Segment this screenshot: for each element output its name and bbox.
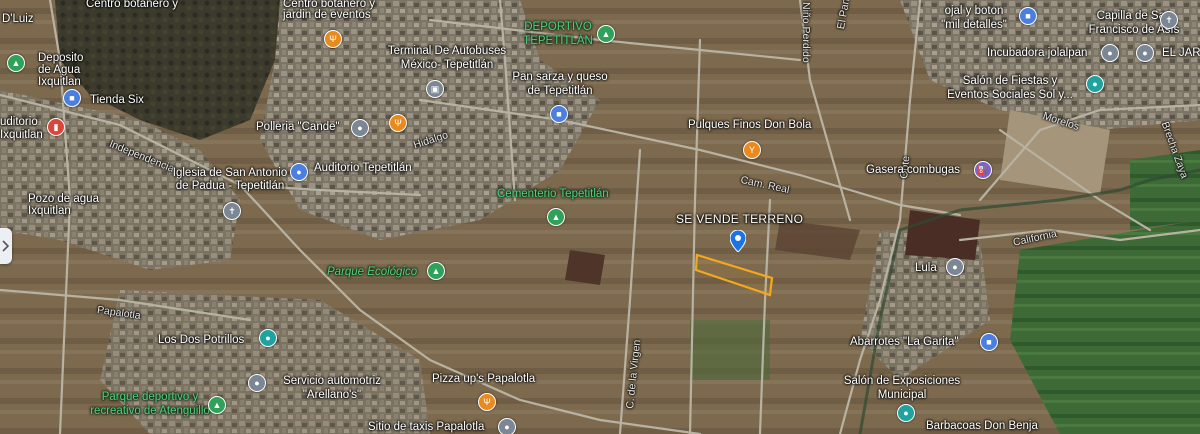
map-label-los-dos-potrillos[interactable]: Los Dos Potrillos: [158, 334, 244, 347]
tree-icon[interactable]: ▲: [208, 396, 226, 414]
map-label-pozo[interactable]: Pozo de agua Ixquitlan: [28, 193, 99, 217]
place-icon[interactable]: ●: [897, 404, 915, 422]
tree-icon[interactable]: ▲: [597, 25, 615, 43]
drink-icon[interactable]: Y: [743, 141, 761, 159]
map-label-cementerio[interactable]: Cementerio Tepetitlán: [497, 188, 609, 201]
road-label-nino-perdido: Niño Perdido: [800, 2, 812, 63]
map-label-barbacoas[interactable]: Barbacoas Don Benja: [926, 420, 1038, 433]
map-label-deposito-agua[interactable]: Deposito de Agua Ixquitlan: [38, 52, 83, 88]
map-label-salon-fiestas[interactable]: Salón de Fiestas y Eventos Sociales Sol …: [947, 74, 1073, 102]
map-label-auditorio-tepe[interactable]: Auditorio Tepetitlán: [314, 162, 412, 175]
map-label-iglesia[interactable]: Iglesia de San Antonio de Padua - Tepeti…: [173, 167, 287, 193]
map-label-parque-deportivo[interactable]: Parque deportivo y recreativo de Atengui…: [90, 390, 210, 418]
place-icon[interactable]: ●: [498, 418, 516, 434]
map-label-ojal[interactable]: ojal y boton "mil detalles": [941, 4, 1007, 32]
satellite-map[interactable]: Centro botanero y Centro botanero y jard…: [0, 0, 1200, 434]
place-icon[interactable]: ●: [1086, 75, 1104, 93]
map-label-sitio-taxis[interactable]: Sitio de taxis Papalotla: [368, 421, 484, 434]
shopping-bag-icon[interactable]: ■: [550, 105, 568, 123]
map-label-pizza[interactable]: Pizza up's Papalotla: [432, 373, 535, 386]
church-icon[interactable]: ✝: [1160, 11, 1178, 29]
fork-knife-icon[interactable]: Ψ: [324, 30, 342, 48]
shopping-bag-icon[interactable]: ■: [1019, 7, 1037, 25]
gas-icon[interactable]: ⛽: [974, 161, 992, 179]
map-label-abarrotes[interactable]: Abarrotes "La Garita": [850, 336, 959, 349]
map-label-salon-expo[interactable]: Salón de Exposiciones Municipal: [844, 374, 960, 402]
shopping-bag-icon[interactable]: ■: [980, 333, 998, 351]
place-icon[interactable]: ●: [290, 163, 308, 181]
map-label-terminal[interactable]: Terminal De Autobuses México- Tepetitlán: [388, 44, 506, 72]
map-label-polleria[interactable]: Polleria "Cande": [256, 121, 340, 134]
map-label-se-vende[interactable]: SE VENDE TERRENO: [676, 213, 803, 226]
map-label-auditorio[interactable]: uditorio Ixquitlan: [0, 116, 43, 142]
building-icon[interactable]: ▮: [47, 118, 65, 136]
map-label-deportivo[interactable]: DEPORTIVO TEPETITLÁN: [523, 20, 593, 48]
bus-icon[interactable]: ▣: [426, 80, 444, 98]
map-label-incubadora[interactable]: Incubadora jolalpan: [987, 47, 1087, 60]
map-label-gasera[interactable]: Gasera combugas: [866, 164, 960, 177]
place-icon[interactable]: ●: [351, 119, 369, 137]
side-panel-toggle[interactable]: [0, 228, 12, 264]
tree-icon[interactable]: ▲: [547, 208, 565, 226]
map-label-lula[interactable]: Lula: [915, 262, 937, 275]
place-icon[interactable]: ●: [946, 258, 964, 276]
tree-icon[interactable]: ▲: [7, 54, 25, 72]
satellite-imagery: [0, 0, 1200, 434]
church-icon[interactable]: ✝: [223, 202, 241, 220]
location-marker-icon[interactable]: [729, 229, 747, 257]
map-label-pan-sarza[interactable]: Pan sarza y queso de Tepetitlán: [512, 70, 607, 98]
place-icon[interactable]: ●: [1101, 44, 1119, 62]
map-label-servicio[interactable]: Servicio automotriz "Arellano's": [283, 374, 381, 402]
place-icon[interactable]: ●: [1136, 44, 1154, 62]
map-label-centro-botanero[interactable]: Centro botanero y: [86, 0, 178, 11]
shopping-bag-icon[interactable]: ■: [63, 89, 81, 107]
map-label-dluiz[interactable]: D'Luiz: [2, 13, 34, 26]
fork-knife-icon[interactable]: Ψ: [389, 114, 407, 132]
fork-knife-icon[interactable]: Ψ: [478, 393, 496, 411]
map-label-parque-eco[interactable]: Parque Ecológico: [327, 266, 417, 279]
map-label-jardin-eventos[interactable]: jardin de eventos: [283, 9, 371, 22]
map-label-tienda-six[interactable]: Tienda Six: [90, 94, 144, 107]
map-label-el-jar[interactable]: EL JAR: [1162, 47, 1200, 60]
tree-icon[interactable]: ▲: [427, 262, 445, 280]
place-icon[interactable]: ●: [248, 374, 266, 392]
map-label-terminal-text: Terminal De Autobuses México- Tepetitlán: [387, 45, 507, 71]
map-label-pulques[interactable]: Pulques Finos Don Bola: [688, 119, 811, 132]
place-icon[interactable]: ●: [259, 329, 277, 347]
chevron-right-icon: [2, 239, 10, 252]
